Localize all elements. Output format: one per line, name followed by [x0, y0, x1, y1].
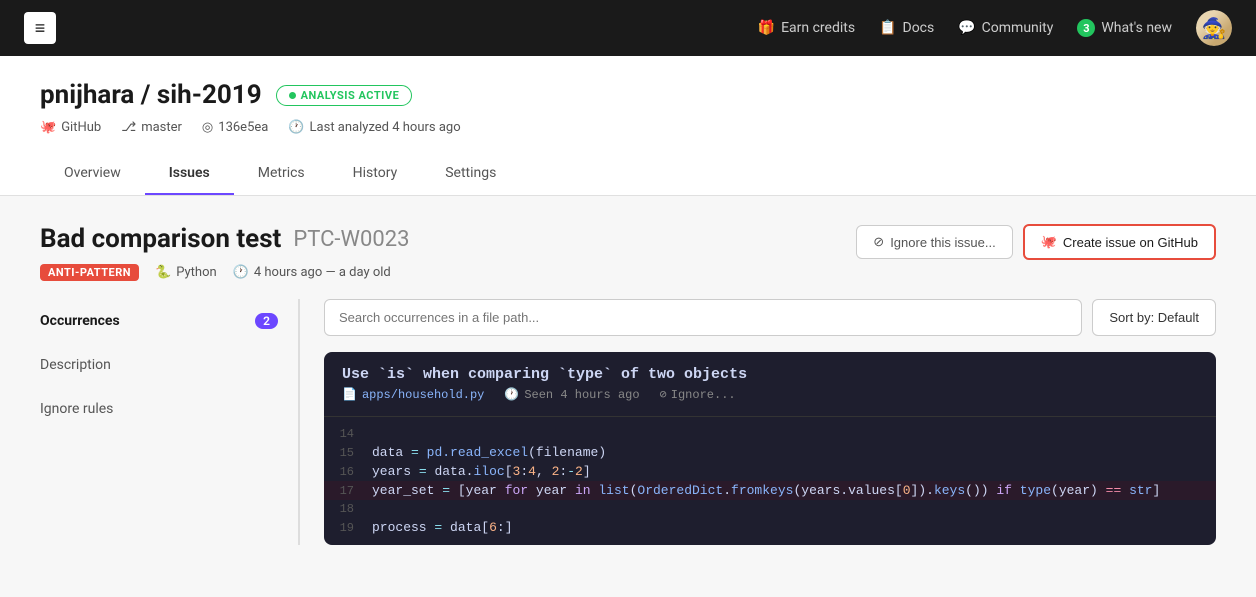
code-lines: 14 15 data = pd.read_excel(filename) 16 … — [324, 417, 1216, 545]
repo-header: pnijhara / sih-2019 ANALYSIS ACTIVE 🐙 Gi… — [0, 56, 1256, 196]
clock-icon: 🕐 — [288, 120, 304, 135]
status-dot — [289, 92, 296, 99]
issue-title-area: Bad comparison test PTC-W0023 ANTI-PATTE… — [40, 224, 409, 281]
repo-title: pnijhara / sih-2019 — [40, 80, 262, 110]
code-header: Use `is` when comparing `type` of two ob… — [324, 352, 1216, 417]
code-line-14: 14 — [324, 425, 1216, 443]
tab-settings[interactable]: Settings — [421, 153, 520, 195]
gift-icon: 🎁 — [758, 20, 775, 36]
branch-icon: ⎇ — [121, 120, 136, 135]
code-line-17: 17 year_set = [year for year in list(Ord… — [324, 481, 1216, 500]
file-icon: 📄 — [342, 387, 357, 402]
code-meta: 📄 apps/household.py 🕐 Seen 4 hours ago ⊘… — [342, 387, 1198, 402]
header-nav: 🎁 Earn credits 📋 Docs 💬 Community 3 What… — [758, 10, 1232, 46]
occurrences-count-badge: 2 — [255, 313, 278, 329]
community-link[interactable]: 💬 Community — [958, 20, 1053, 36]
language-meta: 🐍 Python — [155, 265, 217, 280]
ignore-icon: ⊘ — [873, 234, 884, 250]
tab-metrics[interactable]: Metrics — [234, 153, 329, 195]
search-input[interactable] — [324, 299, 1082, 336]
circle-slash-icon: ⊘ — [660, 387, 667, 402]
create-github-issue-button[interactable]: 🐙 Create issue on GitHub — [1023, 224, 1216, 260]
sidebar: Occurrences 2 Description Ignore rules — [40, 299, 300, 545]
github-icon: 🐙 — [40, 120, 56, 135]
clock-small-icon: 🕐 — [504, 387, 519, 402]
age-meta: 🕐 4 hours ago — a day old — [233, 265, 391, 280]
code-line-15: 15 data = pd.read_excel(filename) — [324, 443, 1216, 462]
logo[interactable]: ≡ — [24, 12, 56, 44]
main-content: Bad comparison test PTC-W0023 ANTI-PATTE… — [0, 196, 1256, 573]
github-octocat-icon: 🐙 — [1041, 234, 1057, 250]
github-meta: 🐙 GitHub — [40, 120, 101, 135]
sort-button[interactable]: Sort by: Default — [1092, 299, 1216, 336]
commit-icon: ◎ — [202, 120, 213, 135]
chat-icon: 💬 — [958, 20, 975, 36]
logo-icon: ≡ — [35, 18, 46, 39]
code-title: Use `is` when comparing `type` of two ob… — [342, 366, 1198, 383]
whats-new-link[interactable]: 3 What's new — [1077, 19, 1172, 37]
earn-credits-link[interactable]: 🎁 Earn credits — [758, 20, 855, 36]
tab-history[interactable]: History — [329, 153, 422, 195]
repo-tabs: Overview Issues Metrics History Settings — [40, 153, 1216, 195]
issue-meta: ANTI-PATTERN 🐍 Python 🕐 4 hours ago — a … — [40, 264, 409, 281]
commit-meta: ◎ 136e5ea — [202, 120, 268, 135]
sidebar-item-ignore-rules[interactable]: Ignore rules — [40, 387, 278, 431]
seen-meta: 🕐 Seen 4 hours ago — [504, 387, 639, 402]
analysis-status-badge: ANALYSIS ACTIVE — [276, 85, 413, 106]
book-icon: 📋 — [879, 20, 896, 36]
issue-id: PTC-W0023 — [293, 227, 409, 252]
issue-actions: ⊘ Ignore this issue... 🐙 Create issue on… — [856, 224, 1216, 260]
ignore-issue-button[interactable]: ⊘ Ignore this issue... — [856, 225, 1012, 259]
branch-meta: ⎇ master — [121, 120, 182, 135]
notification-badge: 3 — [1077, 19, 1095, 37]
file-path-meta: 📄 apps/household.py — [342, 387, 484, 402]
python-icon: 🐍 — [155, 265, 171, 280]
sidebar-item-occurrences[interactable]: Occurrences 2 — [40, 299, 278, 343]
issue-title: Bad comparison test PTC-W0023 — [40, 224, 409, 254]
issue-header: Bad comparison test PTC-W0023 ANTI-PATTE… — [40, 224, 1216, 281]
search-sort-row: Sort by: Default — [324, 299, 1216, 336]
sidebar-item-description[interactable]: Description — [40, 343, 278, 387]
code-line-18: 18 — [324, 500, 1216, 518]
repo-meta: 🐙 GitHub ⎇ master ◎ 136e5ea 🕐 Last analy… — [40, 120, 1216, 135]
code-line-19: 19 process = data[6:] — [324, 518, 1216, 537]
analyzed-meta: 🕐 Last analyzed 4 hours ago — [288, 120, 460, 135]
main-header: ≡ 🎁 Earn credits 📋 Docs 💬 Community 3 Wh… — [0, 0, 1256, 56]
code-line-16: 16 years = data.iloc[3:4, 2:-2] — [324, 462, 1216, 481]
code-block: Use `is` when comparing `type` of two ob… — [324, 352, 1216, 545]
code-ignore-link[interactable]: ⊘ Ignore... — [660, 387, 736, 402]
content-layout: Occurrences 2 Description Ignore rules S… — [40, 299, 1216, 545]
tab-issues[interactable]: Issues — [145, 153, 234, 195]
avatar[interactable]: 🧙 — [1196, 10, 1232, 46]
repo-title-row: pnijhara / sih-2019 ANALYSIS ACTIVE — [40, 80, 1216, 110]
time-icon: 🕐 — [233, 265, 249, 280]
tab-overview[interactable]: Overview — [40, 153, 145, 195]
occurrences-panel: Sort by: Default Use `is` when comparing… — [300, 299, 1216, 545]
anti-pattern-badge: ANTI-PATTERN — [40, 264, 139, 281]
docs-link[interactable]: 📋 Docs — [879, 20, 934, 36]
